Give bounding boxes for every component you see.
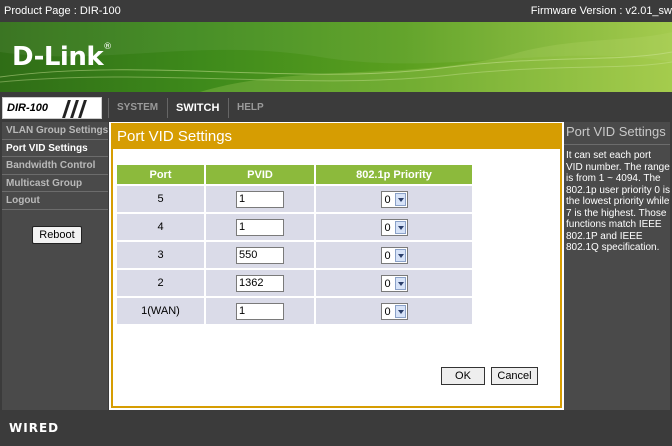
top-info-bar: Product Page : DIR-100 Firmware Version … — [0, 0, 672, 22]
sidebar-item-port-vid-settings[interactable]: Port VID Settings — [2, 139, 108, 157]
column-header-pvid: PVID — [206, 165, 314, 184]
cancel-button[interactable]: Cancel — [491, 367, 538, 385]
port-cell: 3 — [117, 242, 204, 268]
banner: D-Link® — [0, 22, 672, 92]
ok-button[interactable]: OK — [441, 367, 485, 385]
priority-select[interactable]: 0 — [380, 190, 408, 208]
table-row: 3 0 — [117, 242, 472, 268]
column-header-port: Port — [117, 165, 204, 184]
tab-system[interactable]: SYSTEM — [108, 98, 166, 118]
help-text: It can set each port VID number. The ran… — [566, 150, 670, 253]
priority-select[interactable]: 0 — [380, 274, 408, 292]
help-title: Port VID Settings — [566, 124, 666, 139]
priority-select[interactable]: 0 — [380, 218, 408, 236]
slash-decoration — [62, 100, 71, 118]
dlink-logo: D-Link® — [12, 42, 112, 72]
pvid-input[interactable] — [236, 246, 284, 264]
table-header-row: Port PVID 802.1p Priority — [117, 165, 472, 184]
nav-bar: DIR-100 SYSTEM SWITCH HELP — [0, 96, 672, 120]
tab-help[interactable]: HELP — [228, 98, 272, 118]
chevron-down-icon[interactable] — [394, 276, 406, 290]
priority-select[interactable]: 0 — [380, 302, 408, 320]
pvid-input[interactable] — [236, 218, 284, 236]
table-row: 1(WAN) 0 — [117, 298, 472, 324]
sidebar-item-vlan-group-settings[interactable]: VLAN Group Settings — [2, 122, 108, 140]
port-cell: 5 — [117, 186, 204, 212]
table-row: 5 0 — [117, 186, 472, 212]
page: Product Page : DIR-100 Firmware Version … — [0, 0, 672, 446]
port-cell: 2 — [117, 270, 204, 296]
pvid-input[interactable] — [236, 274, 284, 292]
footer: WIRED — [0, 412, 672, 446]
sidebar: VLAN Group Settings Port VID Settings Ba… — [2, 122, 108, 410]
port-cell: 4 — [117, 214, 204, 240]
page-title: Port VID Settings — [113, 125, 560, 149]
priority-select[interactable]: 0 — [380, 246, 408, 264]
help-panel: Port VID Settings It can set each port V… — [564, 122, 670, 410]
port-cell: 1(WAN) — [117, 298, 204, 324]
port-vid-table: Port PVID 802.1p Priority 5 0 4 0 3 0 2 — [115, 163, 474, 326]
main-panel: Port VID Settings Port PVID 802.1p Prior… — [111, 123, 562, 408]
pvid-input[interactable] — [236, 190, 284, 208]
sidebar-item-bandwidth-control[interactable]: Bandwidth Control — [2, 157, 108, 175]
tab-switch[interactable]: SWITCH — [167, 98, 227, 118]
firmware-label: Firmware Version : v2.01_sw — [530, 5, 672, 17]
model-label: DIR-100 — [7, 102, 48, 114]
divider — [564, 144, 670, 145]
column-header-priority: 802.1p Priority — [316, 165, 472, 184]
model-badge: DIR-100 — [2, 97, 102, 119]
slash-decoration — [78, 100, 87, 118]
reboot-button[interactable]: Reboot — [32, 226, 82, 244]
table-row: 2 0 — [117, 270, 472, 296]
table-row: 4 0 — [117, 214, 472, 240]
chevron-down-icon[interactable] — [394, 248, 406, 262]
wired-logo: WIRED — [9, 421, 60, 435]
chevron-down-icon[interactable] — [394, 220, 406, 234]
pvid-input[interactable] — [236, 302, 284, 320]
sidebar-item-multicast-group[interactable]: Multicast Group — [2, 174, 108, 192]
product-label: Product Page : DIR-100 — [4, 5, 121, 17]
chevron-down-icon[interactable] — [394, 304, 406, 318]
slash-decoration — [70, 100, 79, 118]
sidebar-item-logout[interactable]: Logout — [2, 192, 108, 210]
chevron-down-icon[interactable] — [394, 192, 406, 206]
